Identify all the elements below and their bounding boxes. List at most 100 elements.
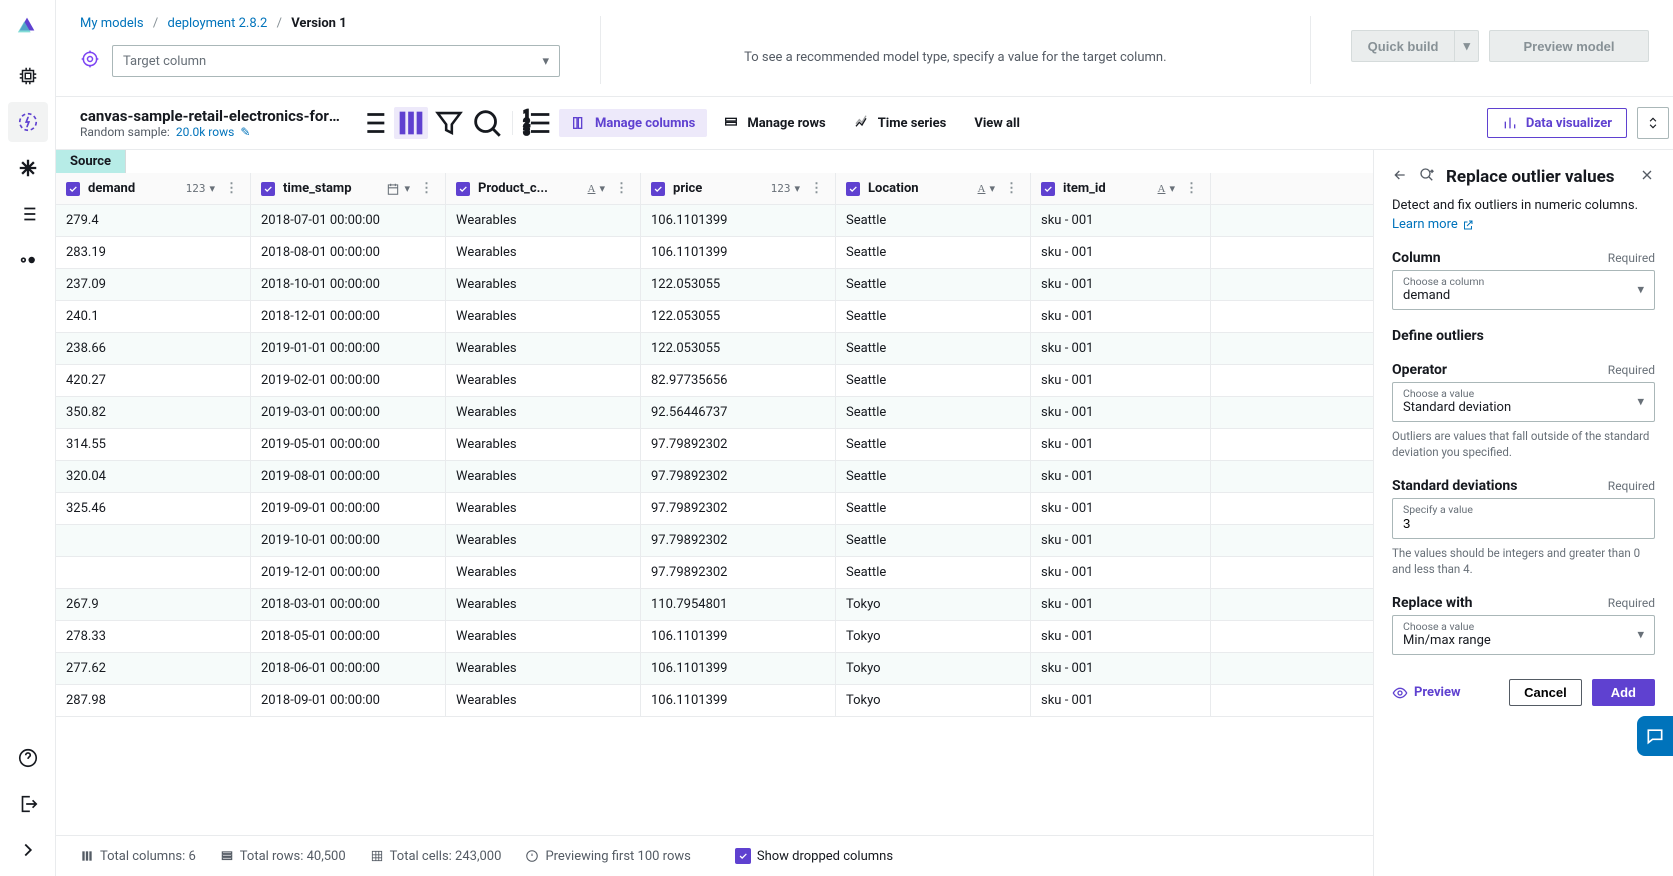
target-column-select[interactable]: Target column ▾ bbox=[112, 45, 560, 77]
table-row[interactable]: 314.552019-05-01 00:00:00Wearables97.798… bbox=[56, 429, 1373, 461]
table-row[interactable]: 240.12018-12-01 00:00:00Wearables122.053… bbox=[56, 301, 1373, 333]
manage-columns-button[interactable]: Manage columns bbox=[559, 109, 707, 137]
table-cell: 97.79892302 bbox=[641, 493, 836, 524]
table-cell: Wearables bbox=[446, 205, 641, 236]
breadcrumb-models[interactable]: My models bbox=[80, 16, 144, 31]
view-all-button[interactable]: View all bbox=[962, 110, 1032, 137]
table-row[interactable]: 350.822019-03-01 00:00:00Wearables92.564… bbox=[56, 397, 1373, 429]
table-row[interactable]: 420.272019-02-01 00:00:00Wearables82.977… bbox=[56, 365, 1373, 397]
column-header[interactable]: time_stamp ▾⋮ bbox=[251, 173, 446, 204]
stddev-input-field[interactable] bbox=[1403, 516, 1644, 531]
table-cell: 2018-07-01 00:00:00 bbox=[251, 205, 446, 236]
column-type[interactable]: ▾ bbox=[386, 182, 410, 196]
column-checkbox[interactable] bbox=[846, 182, 860, 196]
column-header[interactable]: Product_c...A ▾⋮ bbox=[446, 173, 641, 204]
back-icon[interactable] bbox=[1392, 167, 1408, 187]
replace-icon bbox=[1418, 166, 1436, 188]
panel-description: Detect and fix outliers in numeric colum… bbox=[1392, 198, 1655, 213]
column-checkbox[interactable] bbox=[66, 182, 80, 196]
table-row[interactable]: 325.462019-09-01 00:00:00Wearables97.798… bbox=[56, 493, 1373, 525]
expand-panel-button[interactable] bbox=[1637, 107, 1669, 139]
table-cell: 97.79892302 bbox=[641, 525, 836, 556]
table-row[interactable]: 279.42018-07-01 00:00:00Wearables106.110… bbox=[56, 205, 1373, 237]
column-select[interactable]: Choose a column demand ▾ bbox=[1392, 270, 1655, 310]
filter-icon[interactable] bbox=[432, 107, 466, 139]
table-cell: 2018-09-01 00:00:00 bbox=[251, 685, 446, 716]
column-header[interactable]: item_idA ▾⋮ bbox=[1031, 173, 1211, 204]
table-cell: 2019-08-01 00:00:00 bbox=[251, 461, 446, 492]
sample-value-link[interactable]: 20.0k rows bbox=[176, 125, 234, 139]
stddev-input[interactable]: Specify a value bbox=[1392, 498, 1655, 539]
column-type[interactable]: 123 ▾ bbox=[186, 182, 215, 195]
edit-icon[interactable]: ✎ bbox=[240, 125, 250, 139]
table-row[interactable]: 277.622018-06-01 00:00:00Wearables106.11… bbox=[56, 653, 1373, 685]
table-cell: 97.79892302 bbox=[641, 557, 836, 588]
column-type[interactable]: A ▾ bbox=[978, 182, 995, 195]
column-header[interactable]: LocationA ▾⋮ bbox=[836, 173, 1031, 204]
table-row[interactable]: 267.92018-03-01 00:00:00Wearables110.795… bbox=[56, 589, 1373, 621]
table-cell: Wearables bbox=[446, 685, 641, 716]
nav-list-icon[interactable] bbox=[8, 194, 48, 234]
nav-expand-icon[interactable] bbox=[8, 830, 48, 870]
column-menu-icon[interactable]: ⋮ bbox=[1183, 181, 1200, 196]
nav-help-icon[interactable] bbox=[8, 738, 48, 778]
time-series-button[interactable]: Time series bbox=[842, 109, 959, 137]
table-row[interactable]: 278.332018-05-01 00:00:00Wearables106.11… bbox=[56, 621, 1373, 653]
manage-rows-button[interactable]: Manage rows bbox=[711, 109, 837, 137]
operator-field-label: Operator bbox=[1392, 362, 1447, 378]
column-checkbox[interactable] bbox=[651, 182, 665, 196]
column-menu-icon[interactable]: ⋮ bbox=[223, 181, 240, 196]
column-checkbox[interactable] bbox=[1041, 182, 1055, 196]
column-header[interactable]: demand123 ▾⋮ bbox=[56, 173, 251, 204]
search-icon[interactable] bbox=[470, 107, 504, 139]
column-menu-icon[interactable]: ⋮ bbox=[613, 181, 630, 196]
column-menu-icon[interactable]: ⋮ bbox=[418, 181, 435, 196]
column-checkbox[interactable] bbox=[456, 182, 470, 196]
chevron-down-icon: ▾ bbox=[1637, 283, 1644, 298]
table-row[interactable]: 2019-12-01 00:00:00Wearables97.79892302S… bbox=[56, 557, 1373, 589]
cancel-button[interactable]: Cancel bbox=[1509, 679, 1582, 706]
source-tab[interactable]: Source bbox=[56, 150, 126, 173]
learn-more-link[interactable]: Learn more bbox=[1392, 217, 1474, 232]
table-row[interactable]: 237.092018-10-01 00:00:00Wearables122.05… bbox=[56, 269, 1373, 301]
column-type[interactable]: A ▾ bbox=[1158, 182, 1175, 195]
table-cell: sku - 001 bbox=[1031, 205, 1211, 236]
grid-view-icon[interactable] bbox=[394, 107, 428, 139]
column-type[interactable]: 123 ▾ bbox=[771, 182, 800, 195]
column-type[interactable]: A ▾ bbox=[588, 182, 605, 195]
chat-fab[interactable] bbox=[1637, 716, 1673, 756]
table-cell: Wearables bbox=[446, 397, 641, 428]
total-columns: Total columns: 6 bbox=[100, 849, 196, 864]
column-menu-icon[interactable]: ⋮ bbox=[1003, 181, 1020, 196]
table-row[interactable]: 283.192018-08-01 00:00:00Wearables106.11… bbox=[56, 237, 1373, 269]
list-view-icon[interactable] bbox=[356, 107, 390, 139]
column-header[interactable]: price123 ▾⋮ bbox=[641, 173, 836, 204]
column-menu-icon[interactable]: ⋮ bbox=[808, 181, 825, 196]
nav-asterisk-icon[interactable] bbox=[8, 148, 48, 188]
preview-model-button[interactable]: Preview model bbox=[1489, 30, 1649, 62]
preview-button[interactable]: Preview bbox=[1392, 685, 1461, 701]
steps-icon[interactable]: 123 bbox=[521, 107, 555, 139]
column-checkbox[interactable] bbox=[261, 182, 275, 196]
nav-spark-icon[interactable] bbox=[8, 102, 48, 142]
table-row[interactable]: 2019-10-01 00:00:00Wearables97.79892302S… bbox=[56, 525, 1373, 557]
quick-build-caret[interactable]: ▾ bbox=[1454, 30, 1479, 62]
add-button[interactable]: Add bbox=[1592, 679, 1655, 706]
close-icon[interactable] bbox=[1639, 167, 1655, 187]
table-row[interactable]: 320.042019-08-01 00:00:00Wearables97.798… bbox=[56, 461, 1373, 493]
table-cell: 287.98 bbox=[56, 685, 251, 716]
breadcrumb-deployment[interactable]: deployment 2.8.2 bbox=[167, 16, 267, 31]
nav-logout-icon[interactable] bbox=[8, 784, 48, 824]
nav-dots-icon[interactable] bbox=[8, 240, 48, 280]
panel-title: Replace outlier values bbox=[1446, 167, 1629, 187]
data-toolbar: canvas-sample-retail-electronics-fore...… bbox=[56, 97, 1673, 150]
table-row[interactable]: 238.662019-01-01 00:00:00Wearables122.05… bbox=[56, 333, 1373, 365]
operator-select[interactable]: Choose a value Standard deviation ▾ bbox=[1392, 382, 1655, 422]
table-cell: Seattle bbox=[836, 429, 1031, 460]
quick-build-button[interactable]: Quick build bbox=[1351, 30, 1455, 62]
data-visualizer-button[interactable]: Data visualizer bbox=[1487, 108, 1627, 138]
nav-chip-icon[interactable] bbox=[8, 56, 48, 96]
show-dropped-checkbox[interactable] bbox=[735, 848, 751, 864]
replace-select[interactable]: Choose a value Min/max range ▾ bbox=[1392, 615, 1655, 655]
table-row[interactable]: 287.982018-09-01 00:00:00Wearables106.11… bbox=[56, 685, 1373, 717]
